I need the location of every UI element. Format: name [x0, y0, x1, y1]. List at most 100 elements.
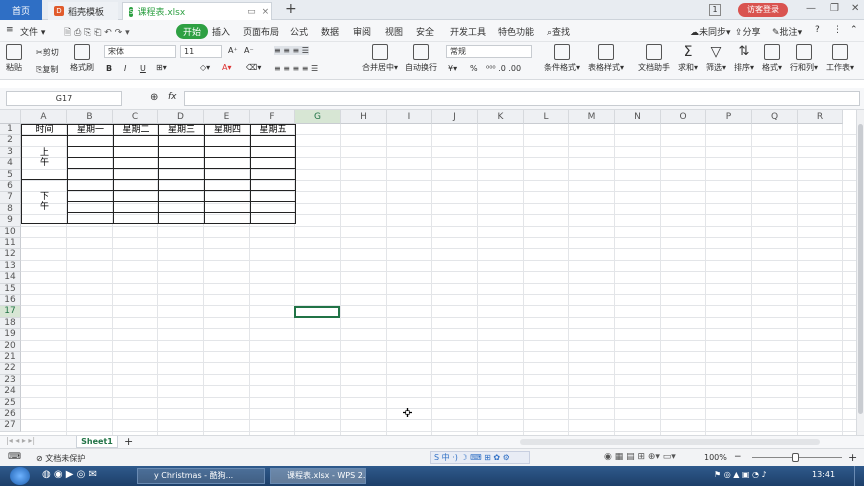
align-icons[interactable]: ≡ ≡ ≡ ≡ ☰ — [274, 64, 318, 73]
table-cell[interactable] — [204, 179, 251, 191]
underline-button[interactable]: U — [140, 64, 146, 73]
table-cell[interactable] — [250, 157, 296, 169]
table-cell[interactable] — [250, 190, 296, 202]
collapse-ribbon-icon[interactable]: ⌃ — [850, 25, 858, 35]
close-button[interactable]: ✕ — [851, 3, 859, 14]
italic-button[interactable]: I — [124, 64, 126, 73]
keyboard-icon[interactable]: ⌨ — [8, 452, 21, 462]
fx-icon[interactable]: fx — [168, 92, 177, 102]
column-header-k[interactable]: K — [478, 110, 524, 124]
percent-button[interactable]: % — [470, 64, 478, 73]
row-header-6[interactable]: 6 — [0, 181, 21, 193]
zoom-slider[interactable] — [752, 453, 842, 462]
zoom-slider-thumb[interactable] — [792, 453, 799, 462]
column-header-a[interactable]: A — [21, 110, 67, 124]
table-cell[interactable] — [67, 179, 114, 191]
paste-button[interactable]: 粘贴 — [6, 44, 22, 73]
table-cell[interactable] — [113, 201, 159, 213]
currency-icon[interactable]: ¥▾ — [448, 64, 457, 73]
row-header-4[interactable]: 4 — [0, 158, 21, 170]
conditional-format-button[interactable]: 条件格式▾ — [544, 44, 580, 73]
zoom-formula-icon[interactable]: ⊕ — [150, 92, 158, 103]
show-desktop-button[interactable] — [854, 466, 864, 486]
table-cell[interactable] — [250, 212, 296, 224]
header-cell-thu[interactable]: 星期四 — [204, 124, 251, 136]
copy-button[interactable]: ⎘复制 — [36, 64, 58, 75]
table-cell[interactable] — [67, 168, 114, 180]
table-cell[interactable] — [113, 179, 159, 191]
comment-button[interactable]: ✎批注▾ — [772, 25, 802, 38]
font-size-select[interactable]: 11 — [180, 45, 222, 58]
login-button[interactable]: 访客登录 — [738, 3, 788, 17]
table-cell[interactable] — [158, 157, 205, 169]
table-cell[interactable] — [67, 135, 114, 147]
tab-file[interactable]: S 课程表.xlsx ▭ × — [122, 2, 272, 20]
row-header-10[interactable]: 10 — [0, 226, 21, 238]
vertical-scroll-thumb[interactable] — [858, 124, 863, 414]
row-header-27[interactable]: 27 — [0, 420, 21, 432]
column-header-l[interactable]: L — [524, 110, 569, 124]
row-header-11[interactable]: 11 — [0, 238, 21, 250]
menu-data[interactable]: 数据 — [321, 25, 339, 38]
new-tab-button[interactable]: + — [285, 1, 297, 17]
table-cell[interactable] — [113, 190, 159, 202]
row-header-7[interactable]: 7 — [0, 192, 21, 204]
start-button[interactable] — [10, 467, 30, 485]
column-header-n[interactable]: N — [615, 110, 661, 124]
table-cell[interactable] — [67, 201, 114, 213]
clear-icon[interactable]: ⌫▾ — [246, 63, 261, 72]
fill-color-icon[interactable]: ◇▾ — [200, 63, 210, 72]
row-header-20[interactable]: 20 — [0, 340, 21, 352]
menu-developer[interactable]: 开发工具 — [450, 25, 486, 38]
number-format-select[interactable]: 常规 — [446, 45, 532, 58]
window-count-badge[interactable]: 1 — [709, 4, 721, 16]
menu-review[interactable]: 审阅 — [353, 25, 371, 38]
pinned-app-icons[interactable]: ◍ ◉ ▶ ◎ ✉ — [42, 469, 97, 480]
header-cell-mon[interactable]: 星期一 — [67, 124, 114, 136]
row-header-5[interactable]: 5 — [0, 169, 21, 181]
column-header-b[interactable]: B — [67, 110, 113, 124]
row-header-18[interactable]: 18 — [0, 317, 21, 330]
table-cell[interactable] — [204, 146, 251, 158]
afternoon-cell[interactable]: 下 午 — [21, 179, 68, 224]
column-header-f[interactable]: F — [250, 110, 295, 124]
monitor-icon[interactable]: ▭ — [247, 7, 256, 17]
cut-button[interactable]: ✂剪切 — [36, 47, 59, 58]
column-header-q[interactable]: Q — [752, 110, 798, 124]
table-cell[interactable] — [250, 146, 296, 158]
table-cell[interactable] — [158, 135, 205, 147]
column-header-i[interactable]: I — [387, 110, 432, 124]
table-cell[interactable] — [67, 157, 114, 169]
table-cell[interactable] — [250, 135, 296, 147]
worksheet-button[interactable]: 工作表▾ — [826, 44, 854, 73]
table-cell[interactable] — [113, 212, 159, 224]
wrap-text-button[interactable]: 自动换行 — [405, 44, 437, 73]
column-header-c[interactable]: C — [113, 110, 158, 124]
row-header-14[interactable]: 14 — [0, 272, 21, 284]
column-header-r[interactable]: R — [798, 110, 843, 124]
row-header-1[interactable]: 1 — [0, 124, 21, 136]
table-style-button[interactable]: 表格样式▾ — [588, 44, 624, 73]
font-select[interactable]: 宋体 — [104, 45, 176, 58]
share-button[interactable]: ⇪分享 — [735, 25, 761, 38]
table-cell[interactable] — [250, 201, 296, 213]
table-cell[interactable] — [67, 190, 114, 202]
tab-home[interactable]: 首页 — [0, 0, 42, 20]
grow-font-button[interactable]: A⁺ — [228, 46, 238, 55]
menu-security[interactable]: 安全 — [416, 25, 434, 38]
tab-template[interactable]: D 稻壳模板 — [48, 2, 118, 20]
table-cell[interactable] — [158, 201, 205, 213]
vertical-scrollbar[interactable] — [856, 110, 864, 435]
sync-status[interactable]: ☁未同步▾ — [690, 25, 731, 38]
column-header-j[interactable]: J — [432, 110, 478, 124]
tray-icons[interactable]: ⚑ ◎ ▲ ▣ ◔ ♪ — [714, 470, 767, 479]
hamburger-icon[interactable]: ≡ — [6, 25, 14, 35]
menu-formula[interactable]: 公式 — [290, 25, 308, 38]
ime-toolbar[interactable]: S 中 ·) ☽ ⌨ ⊞ ✿ ⚙ — [430, 451, 530, 464]
sheet-nav-icons[interactable]: |◂ ◂ ▸ ▸| — [6, 436, 35, 445]
menu-search[interactable]: ⌕查找 — [547, 25, 570, 38]
table-cell[interactable] — [250, 179, 296, 191]
table-cell[interactable] — [204, 201, 251, 213]
menu-insert[interactable]: 插入 — [212, 25, 230, 38]
view-mode-icons[interactable]: ◉ ▦ ▤ ⊞ ⊕▾ ▭▾ — [604, 452, 676, 462]
